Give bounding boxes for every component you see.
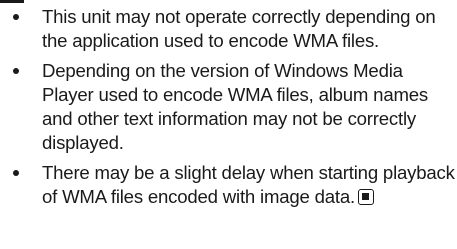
note-text: There may be a slight delay when startin… — [42, 162, 455, 207]
note-item: There may be a slight delay when startin… — [0, 161, 457, 209]
note-text: Depending on the version of Windows Medi… — [42, 60, 428, 153]
note-text: This unit may not operate correctly depe… — [42, 6, 436, 51]
notes-list: This unit may not operate correctly depe… — [0, 0, 457, 215]
bullet-icon — [13, 14, 19, 20]
end-of-section-icon — [358, 189, 374, 205]
bullet-icon — [13, 170, 19, 176]
bullet-icon — [13, 68, 19, 74]
note-item: Depending on the version of Windows Medi… — [0, 59, 457, 155]
note-item: This unit may not operate correctly depe… — [0, 5, 457, 53]
